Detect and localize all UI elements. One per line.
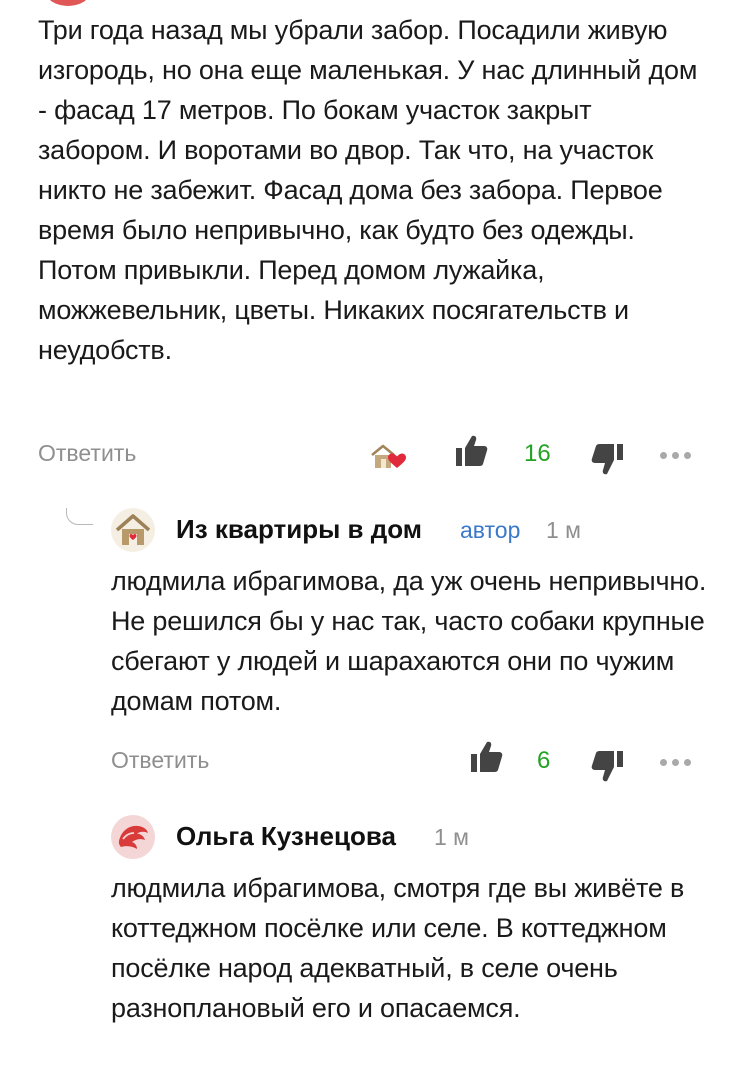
house-logo-icon[interactable]	[111, 508, 155, 552]
thread-connector	[66, 508, 93, 525]
author-heart-house-icon[interactable]	[370, 443, 408, 471]
previous-avatar-fragment	[46, 0, 90, 6]
thumbs-up-icon[interactable]	[468, 739, 504, 775]
timestamp: 1 м	[546, 517, 581, 543]
more-icon[interactable]	[660, 756, 694, 768]
reply-text: людмила ибрагимова, да уж очень непривыч…	[111, 566, 707, 716]
reply-text: людмила ибрагимова, смотря где вы живёте…	[111, 873, 685, 1023]
comment-text: Три года назад мы убрали забор. Посадили…	[38, 15, 698, 365]
author-name[interactable]: Ольга Кузнецова	[176, 821, 396, 852]
author-badge: автор	[460, 517, 521, 543]
likes-count: 6	[537, 747, 551, 774]
thumbs-down-icon[interactable]	[590, 748, 626, 784]
timestamp: 1 м	[434, 824, 469, 850]
thumbs-down-icon[interactable]	[590, 441, 626, 477]
reply-button[interactable]: Ответить	[111, 747, 209, 774]
red-avatar-icon[interactable]	[111, 815, 155, 859]
thumbs-up-icon[interactable]	[453, 433, 489, 469]
more-icon[interactable]	[660, 449, 694, 461]
author-name[interactable]: Из квартиры в дом	[176, 514, 422, 545]
reply-button[interactable]: Ответить	[38, 440, 136, 467]
likes-count: 16	[524, 440, 551, 467]
